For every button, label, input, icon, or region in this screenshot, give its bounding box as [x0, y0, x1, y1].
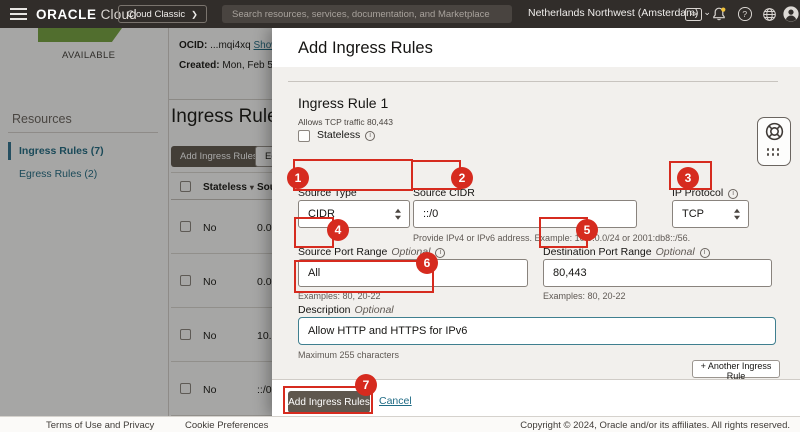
- another-ingress-rule-button[interactable]: + Another Ingress Rule: [692, 360, 780, 378]
- stateless-checkbox[interactable]: [298, 130, 310, 142]
- add-ingress-rules-submit-button[interactable]: Add Ingress Rules: [288, 391, 370, 413]
- page-footer: Terms of Use and Privacy Cookie Preferen…: [0, 416, 800, 432]
- terms-link[interactable]: Terms of Use and Privacy: [46, 420, 154, 431]
- source-type-select[interactable]: CIDR: [298, 200, 410, 228]
- annotation-circle-5: 5: [576, 219, 598, 241]
- info-icon[interactable]: i: [435, 248, 445, 258]
- topbar: ORACLECloud Cloud Classic❯ Netherlands N…: [0, 0, 800, 28]
- cookie-preferences-link[interactable]: Cookie Preferences: [185, 420, 268, 431]
- chevron-down-icon: ⌄: [703, 7, 711, 18]
- notifications-bell-icon[interactable]: [711, 6, 727, 22]
- brand-oracle: ORACLE: [36, 7, 97, 22]
- ip-protocol-select[interactable]: TCP: [672, 200, 749, 228]
- dest-port-label: Destination Port RangeOptionali: [543, 246, 710, 258]
- dest-port-helper: Examples: 80, 20-22: [543, 291, 626, 301]
- rule-note: Allows TCP traffic 80,443: [298, 117, 393, 127]
- dialog-body: Ingress Rule 1 Allows TCP traffic 80,443…: [272, 67, 800, 379]
- search-input[interactable]: [222, 5, 512, 23]
- add-ingress-rules-dialog: Add Ingress Rules Ingress Rule 1 Allows …: [272, 28, 800, 416]
- dialog-title: Add Ingress Rules: [298, 39, 433, 58]
- dialog-footer: Add Ingress Rules Cancel: [272, 379, 800, 416]
- cancel-link[interactable]: Cancel: [379, 395, 412, 407]
- annotation-circle-3: 3: [677, 167, 699, 189]
- copyright-text: Copyright © 2024, Oracle and/or its affi…: [520, 420, 790, 431]
- annotation-circle-4: 4: [327, 219, 349, 241]
- description-helper: Maximum 255 characters: [298, 350, 399, 360]
- source-port-input[interactable]: [298, 259, 528, 287]
- life-ring-icon: [764, 121, 785, 147]
- cloud-shell-icon[interactable]: <>: [685, 8, 702, 21]
- help-icon[interactable]: ?: [738, 7, 752, 21]
- dest-port-input[interactable]: [543, 259, 772, 287]
- annotation-circle-2: 2: [451, 167, 473, 189]
- hamburger-menu-icon[interactable]: [10, 8, 27, 20]
- description-input[interactable]: [298, 317, 776, 345]
- annotation-circle-7: 7: [355, 374, 377, 396]
- annotation-circle-6: 6: [416, 252, 438, 274]
- ip-protocol-label: IP Protocoli: [672, 187, 738, 199]
- dialog-divider: [288, 81, 778, 82]
- region-selector[interactable]: Netherlands Northwest (Amsterdam)⌄: [528, 7, 711, 19]
- cloud-classic-button[interactable]: Cloud Classic❯: [118, 5, 207, 23]
- source-cidr-helper: Provide IPv4 or IPv6 address. Example: 1…: [413, 233, 690, 243]
- select-spinner-icon: [734, 209, 740, 220]
- info-icon[interactable]: i: [728, 189, 738, 199]
- source-type-label: Source Type: [298, 187, 357, 199]
- chevron-right-icon: ❯: [191, 10, 198, 19]
- screen: ORACLECloud Cloud Classic❯ Netherlands N…: [0, 0, 800, 432]
- source-cidr-label: Source CIDR: [413, 187, 475, 199]
- floating-help-widget[interactable]: [757, 117, 791, 166]
- select-spinner-icon: [395, 209, 401, 220]
- info-icon[interactable]: i: [700, 248, 710, 258]
- source-port-helper: Examples: 80, 20-22: [298, 291, 381, 301]
- rule-heading: Ingress Rule 1: [298, 95, 388, 111]
- drag-handle-dots-icon[interactable]: [767, 148, 782, 158]
- source-cidr-input[interactable]: [413, 200, 637, 228]
- annotation-circle-1: 1: [287, 167, 309, 189]
- info-icon[interactable]: i: [365, 131, 375, 141]
- stateless-label: Statelessi: [317, 129, 375, 141]
- user-avatar[interactable]: [783, 6, 799, 22]
- description-label: DescriptionOptional: [298, 304, 394, 316]
- globe-language-icon[interactable]: [762, 7, 777, 22]
